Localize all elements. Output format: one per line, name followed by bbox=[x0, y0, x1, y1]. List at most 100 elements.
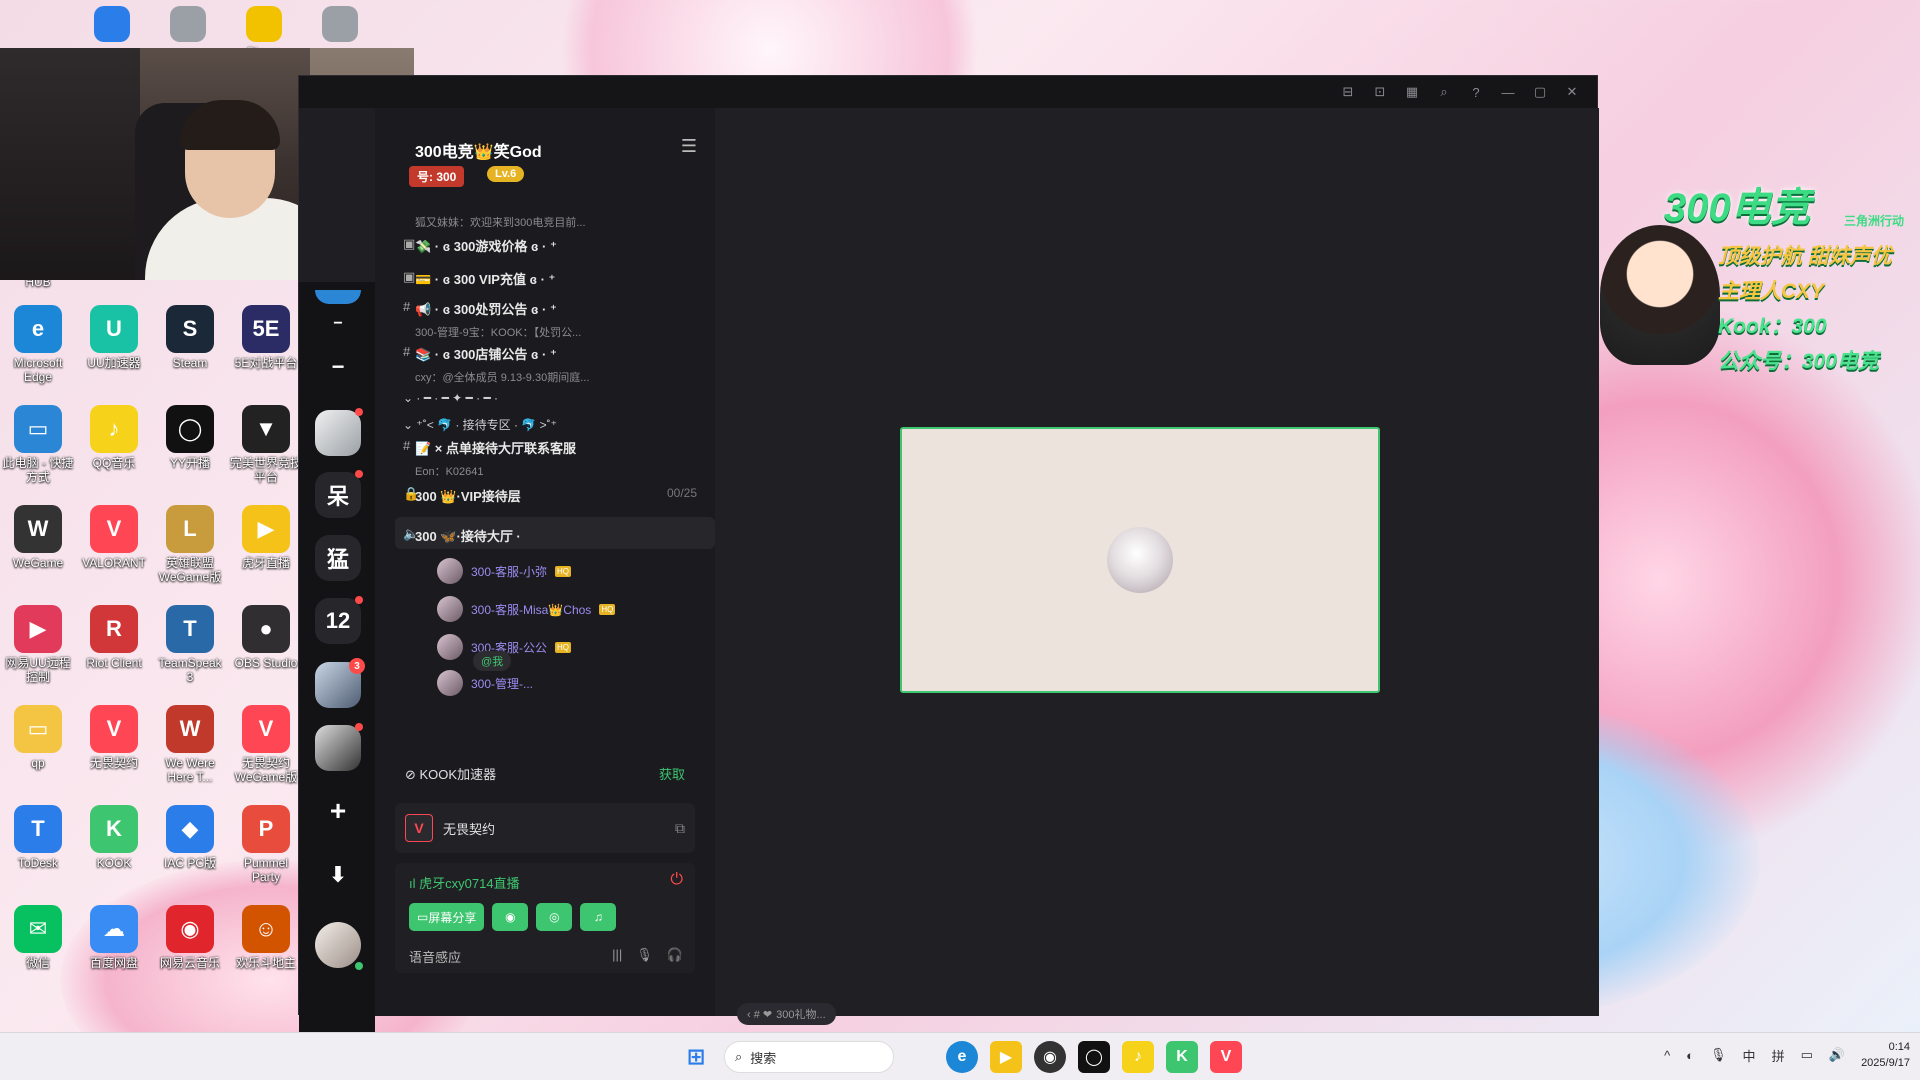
desktop-icon[interactable]: W WeGame bbox=[2, 505, 74, 570]
channel-item[interactable]: # 📚 · ɞ 300店铺公告 ɞ · ⁺ cxy：@全体成员 9.13-9.3… bbox=[403, 344, 705, 385]
start-icon[interactable]: ⊞ bbox=[680, 1041, 712, 1073]
server-header[interactable]: 300电竞👑笑God ☰ 号: 300 Lv.6 bbox=[375, 128, 715, 198]
at-me-chip[interactable]: @我 bbox=[473, 651, 512, 671]
desktop-icon[interactable]: ✉ 微信 bbox=[2, 905, 74, 970]
desktop-icon[interactable]: ◆ IAC PC版 bbox=[154, 805, 226, 870]
desktop-icon[interactable]: R Riot Client bbox=[78, 605, 150, 670]
channel-item[interactable]: ▣ 💳 · ɞ 300 VIP充值 ɞ · ⁺ bbox=[403, 269, 705, 288]
disconnect-icon[interactable]: ⏻ bbox=[670, 871, 683, 889]
desktop-icon[interactable]: S Steam bbox=[154, 305, 226, 370]
category-header[interactable]: ⌄ · ━ · ━ ✦ ━ · ━ · bbox=[403, 391, 498, 405]
desktop-icon-doc2[interactable] bbox=[304, 6, 376, 42]
server-icon[interactable]: 猛 bbox=[315, 535, 361, 581]
desktop-icon[interactable]: T ToDesk bbox=[2, 805, 74, 870]
desktop-icon[interactable]: ▭ qp bbox=[2, 705, 74, 770]
clock[interactable]: 0:14 2025/9/17 bbox=[1861, 1039, 1910, 1071]
hd-button[interactable]: ◎ bbox=[536, 903, 573, 931]
desktop-icon[interactable]: V 无畏契约 bbox=[78, 705, 150, 770]
desktop-icon[interactable]: ▼ 完美世界竞技平台 bbox=[230, 405, 302, 484]
channel-item[interactable]: ▣ 💸 · ɞ 300游戏价格 ɞ · ⁺ bbox=[403, 236, 705, 255]
server-icon[interactable] bbox=[315, 290, 361, 304]
desktop-icon[interactable]: W We Were Here T... bbox=[154, 705, 226, 784]
desktop-icon[interactable]: V 无畏契约 WeGame版 bbox=[230, 705, 302, 784]
desktop-icon[interactable]: T TeamSpeak 3 bbox=[154, 605, 226, 684]
server-icon[interactable] bbox=[315, 408, 363, 456]
minus-icon[interactable]: − bbox=[315, 344, 361, 390]
accelerator-bar[interactable]: ⊘ KOOK加速器 获取 bbox=[395, 758, 695, 788]
ime-indicator[interactable]: 中 bbox=[1743, 1046, 1756, 1065]
volume-icon[interactable]: 🔊 bbox=[1829, 1047, 1845, 1063]
channel-item[interactable]: 狐又妹妹：欢迎来到300电竞目前... bbox=[415, 208, 705, 230]
huya-icon[interactable]: ▶ bbox=[990, 1041, 1022, 1073]
voice-channel-name[interactable]: ıl 虎牙cxy0714直播 bbox=[409, 873, 520, 892]
yy-icon[interactable]: ◯ bbox=[1078, 1041, 1110, 1073]
voice-member[interactable]: 300-客服-Misa👑Chos HQ bbox=[437, 596, 616, 622]
download-icon[interactable]: ⬇ bbox=[315, 852, 361, 898]
inbox-icon[interactable]: ⊟ bbox=[1339, 83, 1357, 101]
grid-icon[interactable]: ▦ bbox=[1403, 83, 1421, 101]
box-icon[interactable]: ⊡ bbox=[1371, 83, 1389, 101]
game-activity[interactable]: V 无畏契约 ⧉ bbox=[395, 803, 695, 853]
help-icon[interactable]: ? bbox=[1467, 83, 1485, 101]
voice-channel-hall[interactable]: 🔈 300 🦋·接待大厅 · bbox=[403, 526, 705, 545]
accelerator-get-link[interactable]: 获取 bbox=[659, 764, 685, 783]
network-icon[interactable]: ▭ bbox=[1801, 1047, 1813, 1063]
desktop-icon[interactable]: e Microsoft Edge bbox=[2, 305, 74, 384]
kook-icon[interactable]: K bbox=[1166, 1041, 1198, 1073]
close-icon[interactable]: ✕ bbox=[1563, 83, 1581, 101]
desktop-icon[interactable]: 5E 5E对战平台 bbox=[230, 305, 302, 370]
server-icon[interactable]: 12 bbox=[315, 596, 363, 644]
tray-app-icon[interactable]: ◐ bbox=[1686, 1048, 1694, 1063]
search-icon[interactable]: ⌕ bbox=[1435, 83, 1453, 101]
game-settings-icon[interactable]: ⧉ bbox=[675, 820, 685, 837]
minimize-icon[interactable]: — bbox=[1499, 83, 1517, 101]
channel-chip[interactable]: ‹ # ❤ 300礼物... bbox=[737, 1003, 836, 1025]
desktop-icon[interactable]: ▶ 网易UU远程控制 bbox=[2, 605, 74, 684]
server-name[interactable]: 300电竞👑笑God bbox=[415, 138, 542, 162]
rec-button[interactable]: ◉ bbox=[492, 903, 529, 931]
desktop-icon[interactable]: U UU加速器 bbox=[78, 305, 150, 370]
ime-mode[interactable]: 拼 bbox=[1772, 1046, 1785, 1065]
channel-item[interactable]: # 📝 × 点单接待大厅联系客服 Eon：K02641 bbox=[403, 438, 705, 479]
desktop-icon[interactable]: ☺ 欢乐斗地主 bbox=[230, 905, 302, 970]
headphones-icon[interactable]: 🎧 bbox=[667, 947, 683, 963]
desktop-icon[interactable]: K KOOK bbox=[78, 805, 150, 870]
voice-preview-card[interactable] bbox=[900, 427, 1380, 693]
desktop-icon[interactable]: ● OBS Studio bbox=[230, 605, 302, 670]
music-button[interactable]: ♫ bbox=[580, 903, 617, 931]
server-icon[interactable]: 呆 bbox=[315, 470, 363, 518]
desktop-icon[interactable]: ◯ YY开播 bbox=[154, 405, 226, 470]
qqmusic-icon[interactable]: ♪ bbox=[1122, 1041, 1154, 1073]
server-icon[interactable] bbox=[315, 723, 363, 771]
microphone-icon[interactable]: 🎙 bbox=[636, 947, 653, 963]
add-server-icon[interactable]: + bbox=[315, 788, 361, 834]
voice-activity-icon[interactable]: ||| bbox=[612, 947, 622, 963]
desktop-icon-doc[interactable] bbox=[152, 6, 224, 42]
menu-icon[interactable]: ☰ bbox=[681, 136, 697, 157]
microphone-icon[interactable]: 🎙 bbox=[1710, 1047, 1727, 1063]
edge-icon[interactable]: e bbox=[946, 1041, 978, 1073]
voice-member[interactable]: 300-客服-小弥 HQ bbox=[437, 558, 572, 584]
server-icon[interactable]: 3 bbox=[315, 658, 365, 708]
desktop-icon[interactable]: ▶ 虎牙直播 bbox=[230, 505, 302, 570]
screen-share-button[interactable]: ▭ 屏幕分享 bbox=[409, 903, 485, 931]
valorant-icon[interactable]: V bbox=[1210, 1041, 1242, 1073]
channel-item[interactable]: # 📢 · ɞ 300处罚公告 ɞ · ⁺ 300-管理-9宝：KOOK：【处罚… bbox=[403, 299, 705, 340]
maximize-icon[interactable]: ▢ bbox=[1531, 83, 1549, 101]
channel-preview: 狐又妹妹：欢迎来到300电竞目前... bbox=[415, 217, 586, 229]
category-header[interactable]: ⌄ ⁺˚< 🐬 · 接待专区 · 🐬 >˚⁺ bbox=[403, 416, 557, 433]
voice-channel-vip[interactable]: 🔒 300 👑·VIP接待层 00/25 bbox=[403, 486, 705, 505]
desktop-icon[interactable]: ♪ QQ音乐 bbox=[78, 405, 150, 470]
desktop-icon[interactable]: L 英雄联盟 WeGame版 bbox=[154, 505, 226, 584]
desktop-icon[interactable]: ☁ 百度网盘 bbox=[78, 905, 150, 970]
desktop-icon[interactable]: ◉ 网易云音乐 bbox=[154, 905, 226, 970]
desktop-icon[interactable]: P Pummel Party bbox=[230, 805, 302, 884]
desktop-icon-cloud[interactable] bbox=[76, 6, 148, 42]
voice-member[interactable]: 300-管理-... bbox=[437, 670, 533, 696]
chevron-up-icon[interactable]: ^ bbox=[1664, 1048, 1670, 1063]
user-avatar[interactable] bbox=[315, 922, 363, 970]
taskbar-search[interactable]: ⌕ 搜索 bbox=[724, 1041, 894, 1073]
desktop-icon[interactable]: V VALORANT bbox=[78, 505, 150, 570]
wegame-icon[interactable]: ◉ bbox=[1034, 1041, 1066, 1073]
desktop-icon[interactable]: ▭ 此电脑 - 快捷方式 bbox=[2, 405, 74, 484]
